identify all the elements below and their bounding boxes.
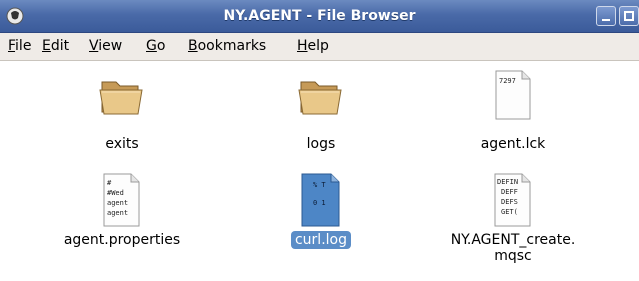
file-label-line: mqsc bbox=[494, 248, 532, 264]
file-label: logs bbox=[306, 136, 336, 152]
menu-help[interactable]: Help bbox=[297, 33, 329, 60]
file-preview-text: DEFIN bbox=[497, 178, 518, 186]
menu-bookmarks[interactable]: Bookmarks bbox=[188, 33, 266, 60]
minimize-button[interactable] bbox=[596, 6, 616, 26]
file-preview-text: #Wed bbox=[107, 189, 124, 197]
file-preview-text: % T bbox=[313, 181, 326, 189]
menu-view[interactable]: View bbox=[89, 33, 122, 60]
menu-go[interactable]: Go bbox=[146, 33, 165, 60]
file-item-agent-properties[interactable]: # #Wed agent agent agent.properties bbox=[32, 169, 212, 279]
menu-edit[interactable]: Edit bbox=[42, 33, 69, 60]
maximize-icon bbox=[624, 11, 634, 21]
file-item-curl-log[interactable]: % T 0 1 curl.log bbox=[231, 169, 411, 279]
file-item-agent-lck[interactable]: 7297 agent.lck bbox=[423, 61, 603, 161]
folder-icon bbox=[298, 81, 342, 115]
file-preview-text: agent bbox=[107, 199, 128, 207]
file-preview-text: 7297 bbox=[499, 77, 516, 85]
window-title: NY.AGENT - File Browser bbox=[223, 8, 416, 24]
text-file-icon: DEFIN DEFF DEFS GET( bbox=[494, 173, 531, 227]
text-file-icon: 7297 bbox=[495, 70, 531, 120]
file-label-selected: curl.log bbox=[231, 231, 411, 249]
file-label: agent.properties bbox=[63, 232, 181, 248]
file-item-exits[interactable]: exits bbox=[32, 61, 212, 161]
file-label-line: NY.AGENT_create. bbox=[450, 232, 576, 248]
file-label: exits bbox=[105, 136, 139, 152]
file-label: NY.AGENT_create. mqsc bbox=[423, 232, 603, 264]
menu-file[interactable]: File bbox=[8, 33, 31, 60]
title-bar[interactable]: NY.AGENT - File Browser bbox=[0, 0, 639, 33]
file-preview-text: GET( bbox=[501, 208, 518, 216]
text-file-icon: # #Wed agent agent bbox=[103, 173, 140, 227]
file-preview-text: DEFF bbox=[501, 188, 518, 196]
file-item-nyagent-create-mqsc[interactable]: DEFIN DEFF DEFS GET( NY.AGENT_create. mq… bbox=[423, 169, 603, 279]
file-preview-text: DEFS bbox=[501, 198, 518, 206]
file-view[interactable]: exits logs 7297 agent.lck # #Wed agent a… bbox=[0, 61, 639, 281]
file-item-logs[interactable]: logs bbox=[231, 61, 411, 161]
maximize-button[interactable] bbox=[619, 6, 639, 26]
file-preview-text: 0 1 bbox=[313, 199, 326, 207]
file-label: agent.lck bbox=[480, 136, 546, 152]
menu-bar: File Edit View Go Bookmarks Help bbox=[0, 33, 639, 61]
folder-icon bbox=[99, 81, 143, 115]
file-preview-text: agent bbox=[107, 209, 128, 217]
log-file-icon: % T 0 1 bbox=[301, 173, 340, 227]
minimize-icon bbox=[602, 19, 610, 21]
